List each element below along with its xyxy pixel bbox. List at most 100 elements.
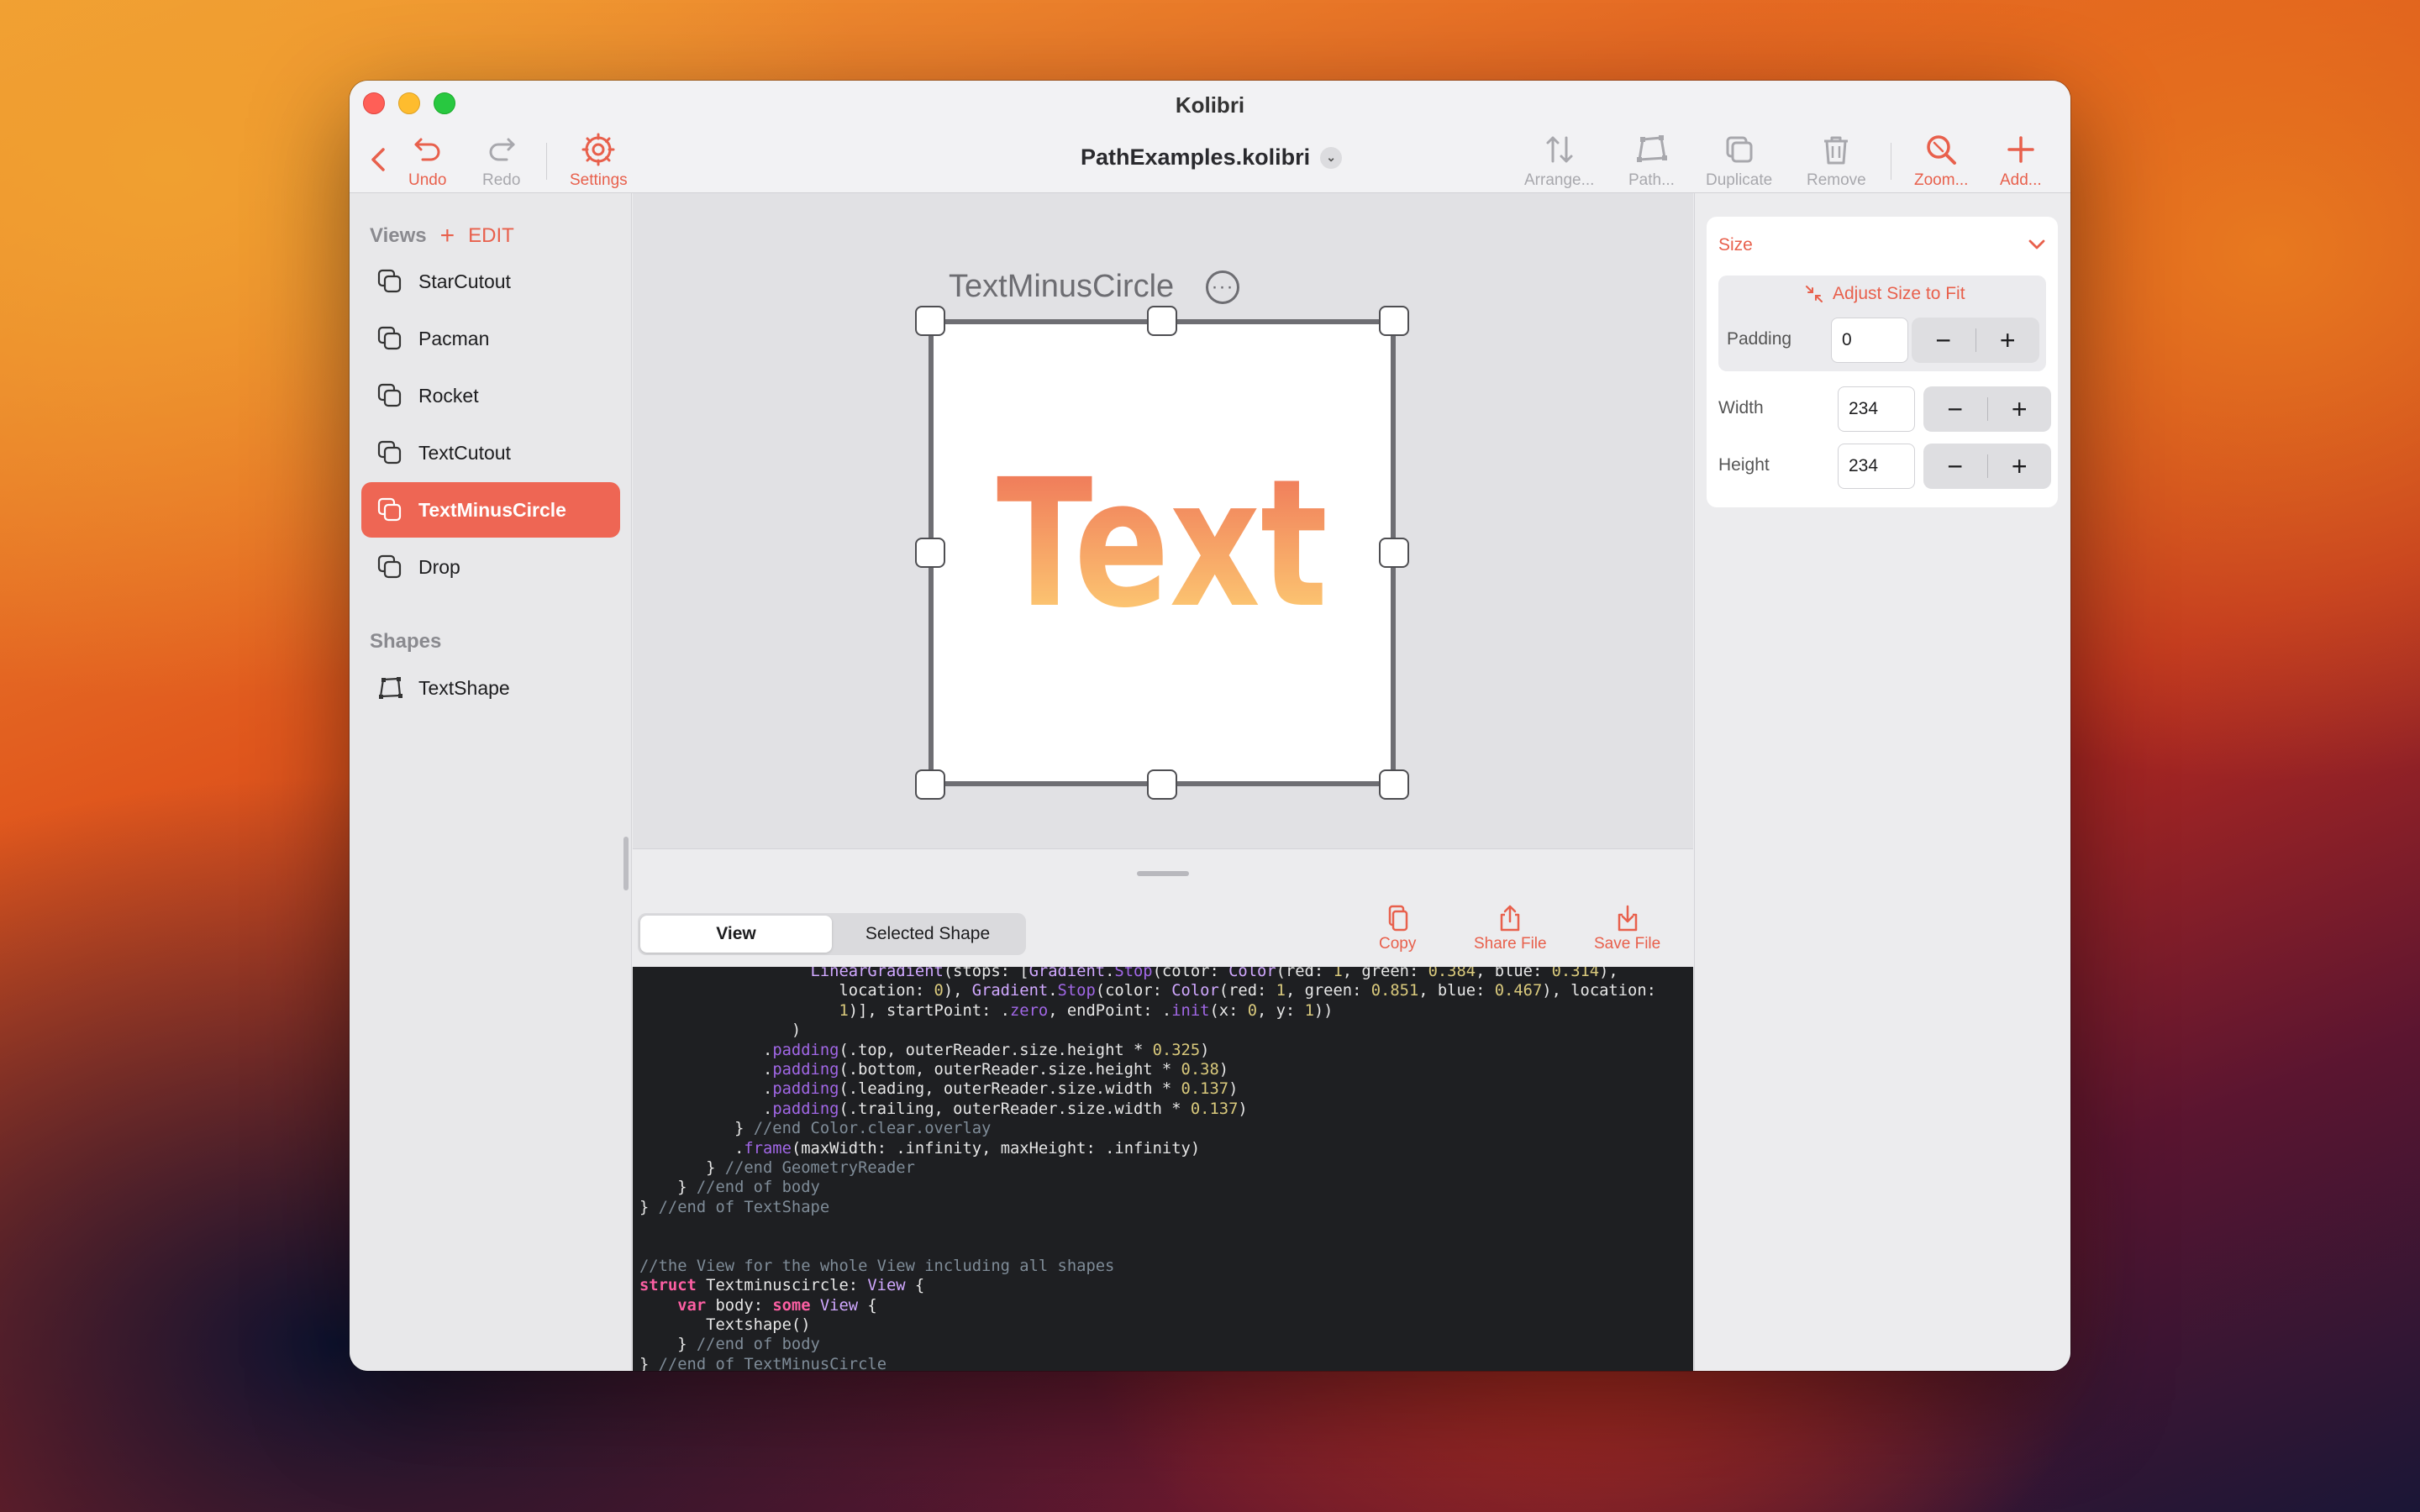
shapes-header-label: Shapes [370,630,442,653]
shrink-arrows-icon [1806,286,1823,302]
minimize-window-button[interactable] [398,92,420,114]
resize-handle-left[interactable] [915,538,945,568]
duplicate-button[interactable]: Duplicate [1706,131,1772,190]
view-icon [377,383,402,407]
sidebar-item-starcutout[interactable]: StarCutout [361,254,620,309]
sidebar-item-label: TextShape [418,676,510,699]
resize-handle-top-right[interactable] [1379,306,1409,336]
download-icon [1618,905,1637,932]
undo-button[interactable]: Undo [408,131,446,190]
close-window-button[interactable] [363,92,385,114]
arrange-button[interactable]: Arrange... [1524,131,1594,190]
resize-handle-bottom-right[interactable] [1379,769,1409,800]
settings-button[interactable]: Settings [570,131,628,190]
title-bar: Kolibri [350,81,2070,129]
width-field[interactable]: 234 [1838,386,1915,432]
code-line: } //end of body [639,1336,820,1354]
code-line: } //end of body [639,1179,820,1197]
remove-button[interactable]: Remove [1807,131,1866,190]
undo-icon [414,138,440,161]
settings-label: Settings [570,171,628,189]
resize-handle-top[interactable] [1147,306,1177,336]
sidebar-item-pacman[interactable]: Pacman [361,311,620,366]
sidebar-item-label: Rocket [418,384,479,407]
view-icon [377,440,402,465]
code-line: } //end of TextMinusCircle [639,1355,886,1371]
padding-field[interactable]: 0 [1831,318,1908,363]
width-decrement-button[interactable]: − [1923,396,1987,423]
code-line: //the View for the whole View including … [639,1257,1115,1275]
path-label: Path... [1628,171,1675,189]
size-section-title[interactable]: Size [1718,235,1753,255]
height-decrement-button[interactable]: − [1923,453,1987,480]
code-line: } //end of TextShape [639,1198,830,1216]
sidebar-item-rocket[interactable]: Rocket [361,368,620,423]
canvas[interactable]: TextMinusCircle ··· Text [633,193,1693,848]
adjust-size-to-fit-button[interactable]: Adjust Size to Fit [1804,284,1965,304]
shapes-section-header: Shapes [370,630,441,654]
padding-increment-button[interactable]: + [1976,327,2040,354]
chevron-down-icon: ⌄ [1320,146,1343,169]
share-icon [1501,905,1520,932]
height-field[interactable]: 234 [1838,444,1915,489]
copy-button[interactable]: Copy [1379,903,1416,953]
copy-label: Copy [1379,935,1417,953]
more-options-button[interactable]: ··· [1206,270,1239,304]
sidebar-item-label: TextMinusCircle [418,498,566,521]
resize-handle-bottom-left[interactable] [915,769,945,800]
sidebar-item-textshape[interactable]: TextShape [361,660,620,716]
add-button[interactable]: Add... [2000,131,2042,190]
tab-view[interactable]: View [640,916,832,953]
chevron-down-icon[interactable] [2026,234,2048,255]
sidebar-item-label: Drop [418,555,460,578]
back-button[interactable] [361,141,398,178]
sidebar-item-label: Pacman [418,327,490,349]
code-line: .frame(maxWidth: .infinity, maxHeight: .… [639,1139,1201,1158]
plus-icon [2007,136,2034,163]
edit-views-button[interactable]: EDIT [468,224,514,248]
sidebar-scrollbar[interactable] [623,837,629,890]
code-line: struct Textminuscircle: View { [639,1277,925,1295]
code-line: .padding(.trailing, outerReader.size.wid… [639,1100,1248,1118]
preview-text: Text [997,441,1328,647]
zoom-label: Zoom... [1914,171,1969,189]
padding-decrement-button[interactable]: − [1912,327,1975,354]
document-title-menu[interactable]: PathExamples.kolibri ⌄ [1081,144,1343,171]
views-header-label: Views [370,224,427,247]
sidebar-item-label: StarCutout [418,270,511,292]
pane-drag-handle[interactable] [1137,871,1189,876]
resize-handle-right[interactable] [1379,538,1409,568]
sidebar-item-textminuscircle[interactable]: TextMinusCircle [361,482,620,538]
undo-label: Undo [408,171,447,189]
path-button[interactable]: Path... [1628,131,1675,190]
share-file-button[interactable]: Share File [1474,903,1547,953]
arrange-icon [1546,136,1573,163]
view-preview-frame[interactable]: Text [929,319,1396,786]
tab-selected-shape[interactable]: Selected Shape [832,916,1023,953]
sidebar-item-textcutout[interactable]: TextCutout [361,425,620,480]
save-file-label: Save File [1594,935,1661,953]
code-line: ) [639,1021,802,1040]
copy-icon [1388,905,1408,932]
view-icon [377,269,402,293]
height-increment-button[interactable]: + [1988,453,2052,480]
code-line: var body: some View { [677,1296,877,1315]
code-line: .padding(.bottom, outerReader.size.heigh… [639,1060,1229,1079]
zoom-window-button[interactable] [434,92,455,114]
zoom-button[interactable]: Zoom... [1914,131,1968,190]
resize-handle-bottom[interactable] [1147,769,1177,800]
code-editor[interactable]: LinearGradient(stops: [Gradient.Stop(col… [633,967,1693,1371]
sidebar-item-drop[interactable]: Drop [361,539,620,595]
add-view-button[interactable]: + [440,223,455,249]
width-increment-button[interactable]: + [1988,396,2052,423]
sidebar: Views + EDIT StarCutout Pacman Rocket Te… [350,193,632,1371]
padding-stepper: − + [1912,318,2039,363]
save-file-button[interactable]: Save File [1594,903,1660,953]
redo-button[interactable]: Redo [482,131,520,190]
path-icon [1637,135,1668,162]
arrange-label: Arrange... [1524,171,1595,189]
view-name-label: TextMinusCircle [949,269,1175,304]
resize-handle-top-left[interactable] [915,306,945,336]
zoom-icon [1927,135,1957,165]
